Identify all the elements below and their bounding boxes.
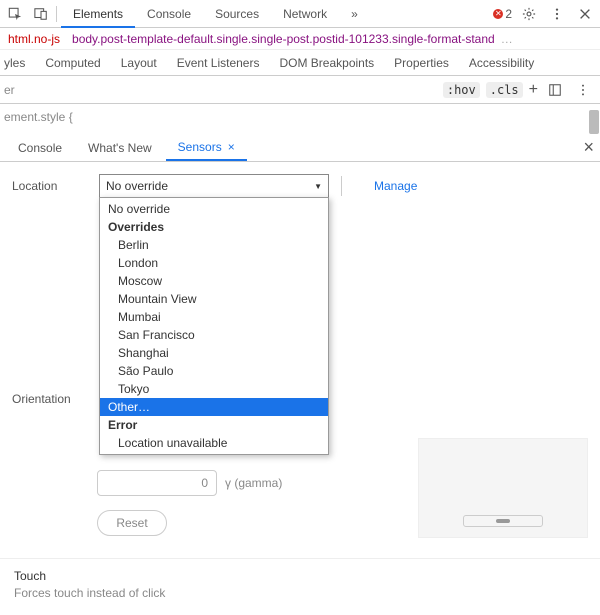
more-icon[interactable] (572, 79, 594, 101)
drawer-tab-whatsnew[interactable]: What's New (76, 134, 164, 161)
tab-console[interactable]: Console (135, 0, 203, 27)
location-label: Location (12, 179, 87, 193)
breadcrumb-ellipsis: … (499, 32, 515, 46)
dd-city-berlin[interactable]: Berlin (100, 236, 328, 254)
style-rule-text: ement.style { (0, 110, 73, 124)
dd-city-london[interactable]: London (100, 254, 328, 272)
phone-icon (463, 515, 543, 527)
subtab-dom-breakpoints[interactable]: DOM Breakpoints (269, 50, 384, 75)
drawer-tabs: Console What's New Sensors × × (0, 134, 600, 162)
touch-title: Touch (14, 569, 586, 583)
subtab-properties[interactable]: Properties (384, 50, 459, 75)
subtab-computed[interactable]: Computed (35, 50, 110, 75)
cls-toggle[interactable]: .cls (486, 82, 523, 98)
drawer-tab-console[interactable]: Console (6, 134, 74, 161)
drawer-close-icon[interactable]: × (583, 137, 594, 158)
orientation-label: Orientation (12, 388, 97, 548)
filter-row: er :hov .cls + (0, 76, 600, 104)
orientation-preview[interactable] (418, 438, 588, 538)
location-row: Location No override ▼ Manage (12, 174, 588, 198)
tab-sources[interactable]: Sources (203, 0, 271, 27)
dd-no-override[interactable]: No override (100, 200, 328, 218)
sensors-panel: Location No override ▼ Manage No overrid… (0, 162, 600, 548)
dd-city-moscow[interactable]: Moscow (100, 272, 328, 290)
kebab-icon[interactable] (546, 3, 568, 25)
location-dropdown: No override Overrides Berlin London Mosc… (99, 197, 329, 455)
subtab-layout[interactable]: Layout (111, 50, 167, 75)
dd-city-mountain-view[interactable]: Mountain View (100, 290, 328, 308)
chevron-down-icon: ▼ (314, 182, 322, 191)
dd-overrides-header: Overrides (100, 218, 328, 236)
error-badge[interactable]: ✕2 (493, 7, 512, 21)
gamma-input[interactable] (97, 470, 217, 496)
dd-location-unavailable[interactable]: Location unavailable (100, 434, 328, 452)
tab-network[interactable]: Network (271, 0, 339, 27)
hov-toggle[interactable]: :hov (443, 82, 480, 98)
panel-layout-icon[interactable] (544, 79, 566, 101)
subtab-styles-cut[interactable]: yles (0, 50, 35, 75)
styles-subtabs: yles Computed Layout Event Listeners DOM… (0, 50, 600, 76)
breadcrumb-body[interactable]: body.post-template-default.single.single… (72, 32, 495, 46)
dd-city-tokyo[interactable]: Tokyo (100, 380, 328, 398)
reset-button[interactable]: Reset (97, 510, 167, 536)
device-toggle-icon[interactable] (30, 3, 52, 25)
close-icon[interactable] (574, 3, 596, 25)
inspect-icon[interactable] (4, 3, 26, 25)
tab-close-icon[interactable]: × (228, 140, 235, 154)
tab-elements[interactable]: Elements (61, 0, 135, 27)
dd-city-sao-paulo[interactable]: São Paulo (100, 362, 328, 380)
filter-text-cut[interactable]: er (0, 83, 15, 97)
gear-icon[interactable] (518, 3, 540, 25)
new-style-rule-icon[interactable]: + (529, 81, 538, 99)
subtab-event-listeners[interactable]: Event Listeners (167, 50, 270, 75)
dd-other[interactable]: Other… (100, 398, 328, 416)
dd-city-san-francisco[interactable]: San Francisco (100, 326, 328, 344)
panel-tabs: Elements Console Sources Network » (61, 0, 489, 27)
breadcrumb[interactable]: html.no-js body.post-template-default.si… (0, 28, 600, 50)
scrollbar-thumb[interactable] (589, 110, 599, 134)
error-count: 2 (505, 7, 512, 21)
devtools-toolbar: Elements Console Sources Network » ✕2 (0, 0, 600, 28)
gamma-label: γ (gamma) (225, 476, 282, 490)
drawer-tab-sensors[interactable]: Sensors × (166, 134, 247, 161)
manage-link[interactable]: Manage (374, 179, 417, 193)
style-rule[interactable]: ement.style { (0, 104, 600, 132)
dd-city-shanghai[interactable]: Shanghai (100, 344, 328, 362)
touch-subtitle: Forces touch instead of click (14, 586, 586, 600)
subtab-accessibility[interactable]: Accessibility (459, 50, 544, 75)
location-selected-value: No override (106, 179, 168, 193)
dd-error-header: Error (100, 416, 328, 434)
tabs-overflow[interactable]: » (339, 0, 370, 27)
touch-section: Touch Forces touch instead of click (0, 558, 600, 610)
location-select[interactable]: No override ▼ (99, 174, 329, 198)
breadcrumb-html[interactable]: html.no-js (8, 32, 60, 46)
dd-city-mumbai[interactable]: Mumbai (100, 308, 328, 326)
